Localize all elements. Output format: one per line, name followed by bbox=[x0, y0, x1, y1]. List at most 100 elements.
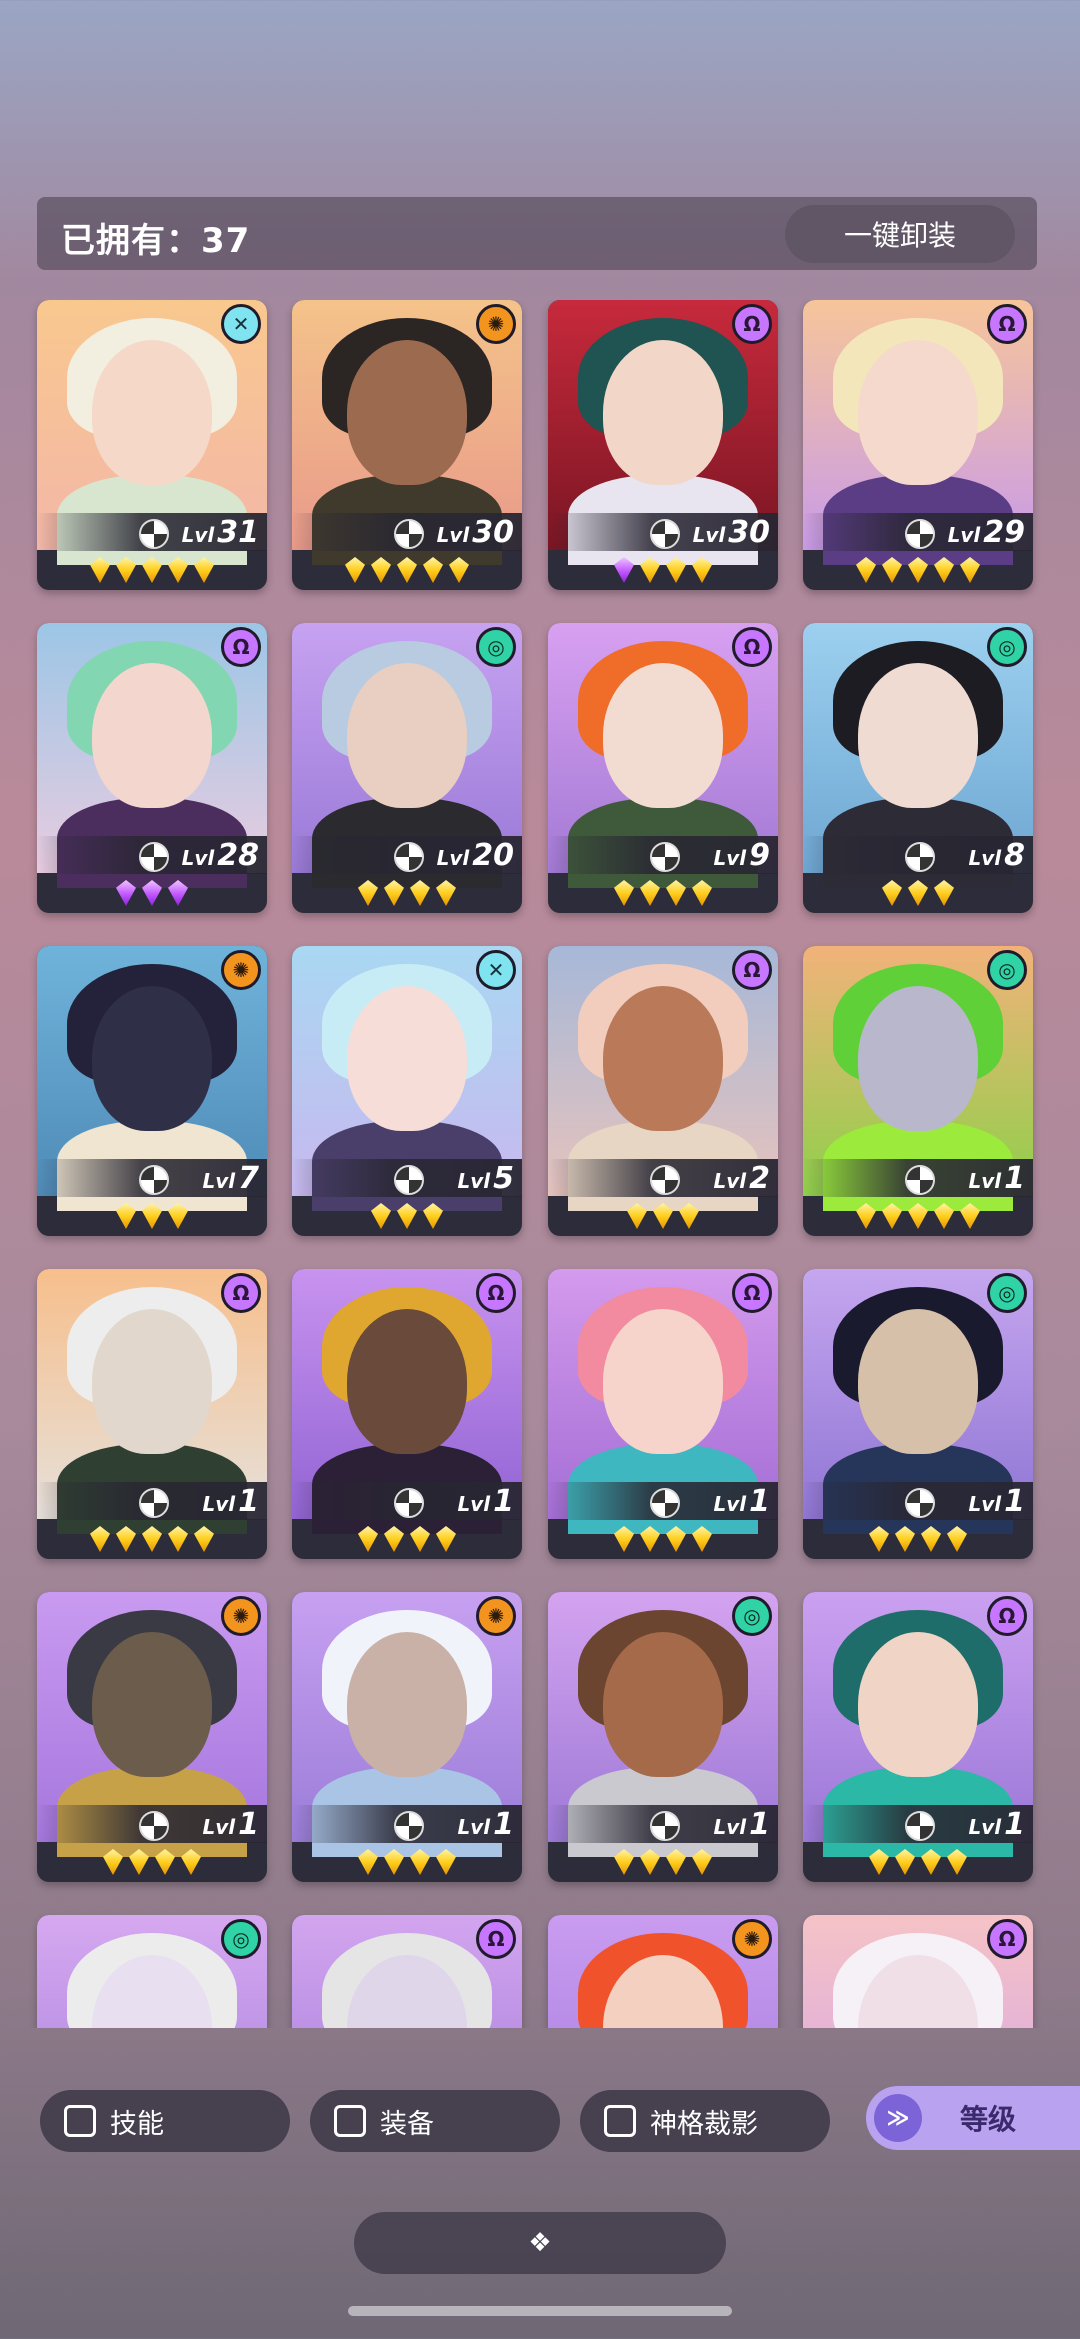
skill-wheel-icon bbox=[650, 519, 680, 549]
hero-card[interactable]: Ω Lvl 1 bbox=[548, 1269, 778, 1559]
hero-card[interactable]: ✕ Lvl 5 bbox=[292, 946, 522, 1236]
hero-card[interactable]: ◎ Lvl 8 bbox=[803, 623, 1033, 913]
level-label: Lvl bbox=[713, 1815, 747, 1839]
level-label: Lvl bbox=[713, 846, 747, 870]
level-label: Lvl bbox=[713, 1492, 747, 1516]
level-label: Lvl bbox=[202, 1169, 236, 1193]
sort-by-level-button[interactable]: ≫ 等级 bbox=[866, 2086, 1080, 2150]
gold-star-icon bbox=[908, 557, 928, 583]
hero-card[interactable]: ◎ Lvl 20 bbox=[292, 623, 522, 913]
gold-star-icon bbox=[410, 880, 430, 906]
hero-card[interactable]: ✺ Lvl 1 bbox=[292, 1592, 522, 1882]
gold-star-icon bbox=[666, 1526, 686, 1552]
gold-star-icon bbox=[640, 1849, 660, 1875]
hero-card[interactable]: Ω Lvl 1 bbox=[292, 1269, 522, 1559]
level-value: 2 bbox=[749, 1161, 770, 1196]
skill-wheel-icon bbox=[139, 1165, 169, 1195]
teal-swirl-icon: ◎ bbox=[732, 1596, 772, 1636]
gold-star-icon bbox=[960, 557, 980, 583]
gold-star-icon bbox=[384, 880, 404, 906]
equipment-checkbox[interactable] bbox=[334, 2105, 366, 2137]
purple-omega-icon: Ω bbox=[476, 1919, 516, 1959]
level-value: 1 bbox=[238, 1807, 259, 1842]
cyan-x-icon: ✕ bbox=[476, 950, 516, 990]
home-indicator[interactable] bbox=[348, 2306, 732, 2316]
hero-card[interactable]: Ω Lvl 28 bbox=[37, 623, 267, 913]
collapse-handle[interactable]: ❖ bbox=[354, 2212, 726, 2274]
hero-card[interactable]: ✺ Lvl 1 bbox=[37, 1592, 267, 1882]
skill-checkbox[interactable] bbox=[64, 2105, 96, 2137]
portrait-face bbox=[347, 986, 467, 1131]
gold-star-icon bbox=[934, 557, 954, 583]
portrait-face bbox=[92, 1632, 212, 1777]
skill-wheel-icon bbox=[139, 1811, 169, 1841]
star-rating bbox=[292, 875, 522, 911]
hero-card[interactable]: ◎ Lvl 1 bbox=[803, 1269, 1033, 1559]
level-value: 30 bbox=[472, 515, 514, 550]
level-value: 1 bbox=[493, 1807, 514, 1842]
gold-star-icon bbox=[168, 1203, 188, 1229]
hero-card[interactable]: Ω Lvl 29 bbox=[803, 300, 1033, 590]
portrait-face bbox=[92, 1309, 212, 1454]
hero-level: Lvl 30 bbox=[693, 515, 770, 550]
gold-star-icon bbox=[869, 1526, 889, 1552]
level-band: Lvl 1 bbox=[548, 1482, 778, 1520]
hero-level: Lvl 1 bbox=[457, 1807, 514, 1842]
hero-card[interactable]: Ω Lvl 1 bbox=[37, 1269, 267, 1559]
portrait-face bbox=[347, 1309, 467, 1454]
portrait-face bbox=[92, 340, 212, 485]
level-band: Lvl 30 bbox=[292, 513, 522, 551]
portrait-face bbox=[347, 1632, 467, 1777]
level-label: Lvl bbox=[947, 523, 981, 547]
hero-card[interactable]: ◎ Lvl 1 bbox=[548, 1592, 778, 1882]
hero-level: Lvl 2 bbox=[713, 1161, 770, 1196]
level-band: Lvl 31 bbox=[37, 513, 267, 551]
level-value: 1 bbox=[493, 1484, 514, 1519]
owned-header-bar: 已拥有：37 一键卸装 bbox=[37, 197, 1037, 270]
star-rating bbox=[548, 875, 778, 911]
skill-wheel-icon bbox=[394, 519, 424, 549]
hero-card[interactable]: ✺ bbox=[548, 1915, 778, 2028]
gold-star-icon bbox=[90, 557, 110, 583]
gold-star-icon bbox=[908, 1203, 928, 1229]
hero-level: Lvl 5 bbox=[457, 1161, 514, 1196]
portrait-face bbox=[858, 663, 978, 808]
gold-star-icon bbox=[155, 1849, 175, 1875]
hero-card[interactable]: ✕ Lvl 31 bbox=[37, 300, 267, 590]
hero-card[interactable]: Ω Lvl 30 bbox=[548, 300, 778, 590]
unequip-all-button[interactable]: 一键卸装 bbox=[785, 205, 1015, 263]
star-rating bbox=[37, 1844, 267, 1880]
hero-level: Lvl 8 bbox=[968, 838, 1025, 873]
level-value: 1 bbox=[1004, 1161, 1025, 1196]
cyan-x-icon: ✕ bbox=[221, 304, 261, 344]
hero-card[interactable]: ◎ bbox=[37, 1915, 267, 2028]
level-value: 1 bbox=[749, 1807, 770, 1842]
level-band: Lvl 29 bbox=[803, 513, 1033, 551]
star-rating bbox=[37, 875, 267, 911]
hero-card[interactable]: Ω Lvl 1 bbox=[803, 1592, 1033, 1882]
teal-swirl-icon: ◎ bbox=[987, 950, 1027, 990]
purple-omega-icon: Ω bbox=[221, 627, 261, 667]
hero-card[interactable]: Ω bbox=[803, 1915, 1033, 2028]
star-rating bbox=[292, 1844, 522, 1880]
filter-skill[interactable]: 技能 bbox=[40, 2090, 290, 2152]
hero-card[interactable]: ✺ Lvl 30 bbox=[292, 300, 522, 590]
hero-card[interactable]: Ω bbox=[292, 1915, 522, 2028]
filter-equipment[interactable]: 装备 bbox=[310, 2090, 560, 2152]
portrait-face bbox=[347, 340, 467, 485]
hero-card[interactable]: Ω Lvl 9 bbox=[548, 623, 778, 913]
hero-card[interactable]: ✺ Lvl 7 bbox=[37, 946, 267, 1236]
level-value: 29 bbox=[983, 515, 1025, 550]
level-value: 1 bbox=[238, 1484, 259, 1519]
hero-card[interactable]: Ω Lvl 2 bbox=[548, 946, 778, 1236]
gold-star-icon bbox=[882, 557, 902, 583]
filter-divine-shadow[interactable]: 神格裁影 bbox=[580, 2090, 830, 2152]
hero-card[interactable]: ◎ Lvl 1 bbox=[803, 946, 1033, 1236]
portrait-face bbox=[858, 986, 978, 1131]
gold-star-icon bbox=[103, 1849, 123, 1875]
star-rating bbox=[548, 1844, 778, 1880]
purple-omega-icon: Ω bbox=[987, 1919, 1027, 1959]
divine-shadow-checkbox[interactable] bbox=[604, 2105, 636, 2137]
hero-level: Lvl 9 bbox=[713, 838, 770, 873]
portrait-face bbox=[603, 1309, 723, 1454]
